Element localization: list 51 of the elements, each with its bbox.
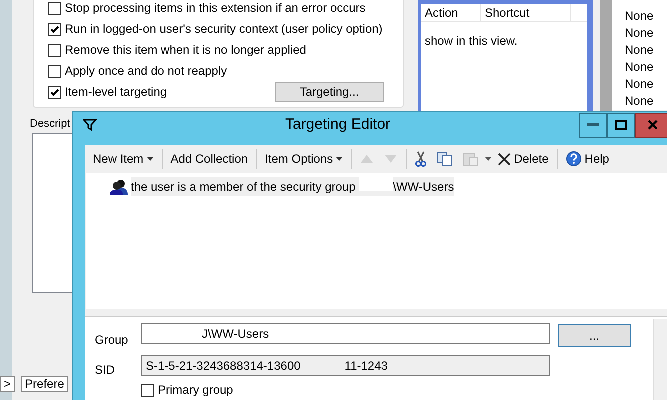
checkbox[interactable] bbox=[141, 384, 154, 397]
column-header[interactable]: Shortcut bbox=[481, 4, 571, 22]
toolbar-button[interactable]: Item Options bbox=[261, 150, 348, 168]
checkbox-label: Remove this item when it is no longer applied bbox=[65, 43, 306, 58]
help-icon bbox=[566, 151, 582, 167]
shortcut-value: None bbox=[625, 8, 655, 25]
help-button[interactable]: Help bbox=[562, 150, 614, 168]
users-icon bbox=[110, 178, 128, 194]
scroll-button[interactable]: > bbox=[0, 376, 16, 392]
field-label: SID bbox=[95, 362, 116, 379]
toolbar-button[interactable]: Add Collection bbox=[166, 150, 252, 168]
filter-icon bbox=[83, 118, 97, 132]
empty-list-text: show in this view. bbox=[424, 33, 519, 50]
dropdown-caret-icon[interactable] bbox=[485, 157, 492, 161]
checkbox[interactable] bbox=[48, 86, 61, 99]
close-button[interactable] bbox=[635, 112, 667, 138]
column-header[interactable]: Action bbox=[421, 4, 481, 22]
scrollbar[interactable] bbox=[653, 319, 667, 400]
checkbox-label: Stop processing items in this extension if an error occurs bbox=[65, 1, 366, 16]
targeting-button[interactable]: Targeting... bbox=[275, 82, 384, 102]
sid-field: S-1-5-21-3243688314-13600 11-1243 bbox=[141, 355, 550, 376]
minimize-button[interactable] bbox=[579, 112, 607, 138]
delete-button[interactable]: Delete bbox=[494, 150, 553, 168]
tab[interactable]: Prefere bbox=[21, 376, 68, 392]
field-label: Group bbox=[95, 332, 128, 349]
browse-button[interactable]: ... bbox=[558, 324, 631, 347]
toolbar-button[interactable]: New Item bbox=[89, 150, 158, 168]
minimize-icon bbox=[587, 123, 599, 127]
shortcut-value: None bbox=[625, 76, 655, 93]
checkbox[interactable] bbox=[48, 44, 61, 57]
x-icon bbox=[498, 152, 512, 166]
checkbox[interactable] bbox=[48, 23, 61, 36]
checkbox[interactable] bbox=[48, 65, 61, 78]
window-title: Targeting Editor bbox=[284, 114, 392, 135]
close-icon bbox=[648, 120, 658, 130]
shortcut-value: None bbox=[625, 25, 655, 42]
checkbox-label: Primary group bbox=[158, 383, 234, 398]
maximize-button[interactable] bbox=[607, 112, 635, 138]
checkbox-label: Item-level targeting bbox=[65, 85, 168, 100]
caret-icon bbox=[146, 157, 154, 161]
description-label: Descript bbox=[30, 117, 70, 132]
checkbox[interactable] bbox=[48, 2, 61, 15]
checkbox-label: Apply once and do not reapply bbox=[65, 64, 228, 79]
caret-icon bbox=[336, 157, 344, 161]
group-field[interactable]: J\WW-Users bbox=[141, 323, 550, 344]
shortcut-value: None bbox=[625, 59, 655, 76]
maximize-icon bbox=[615, 120, 627, 130]
shortcut-value: None bbox=[625, 42, 655, 59]
checkbox-label: Run in logged-on user's security context (user policy option) bbox=[65, 22, 383, 37]
tree-item[interactable]: the user is a member of the security group \WW-Users bbox=[131, 177, 454, 196]
shortcut-value: None bbox=[625, 93, 655, 110]
